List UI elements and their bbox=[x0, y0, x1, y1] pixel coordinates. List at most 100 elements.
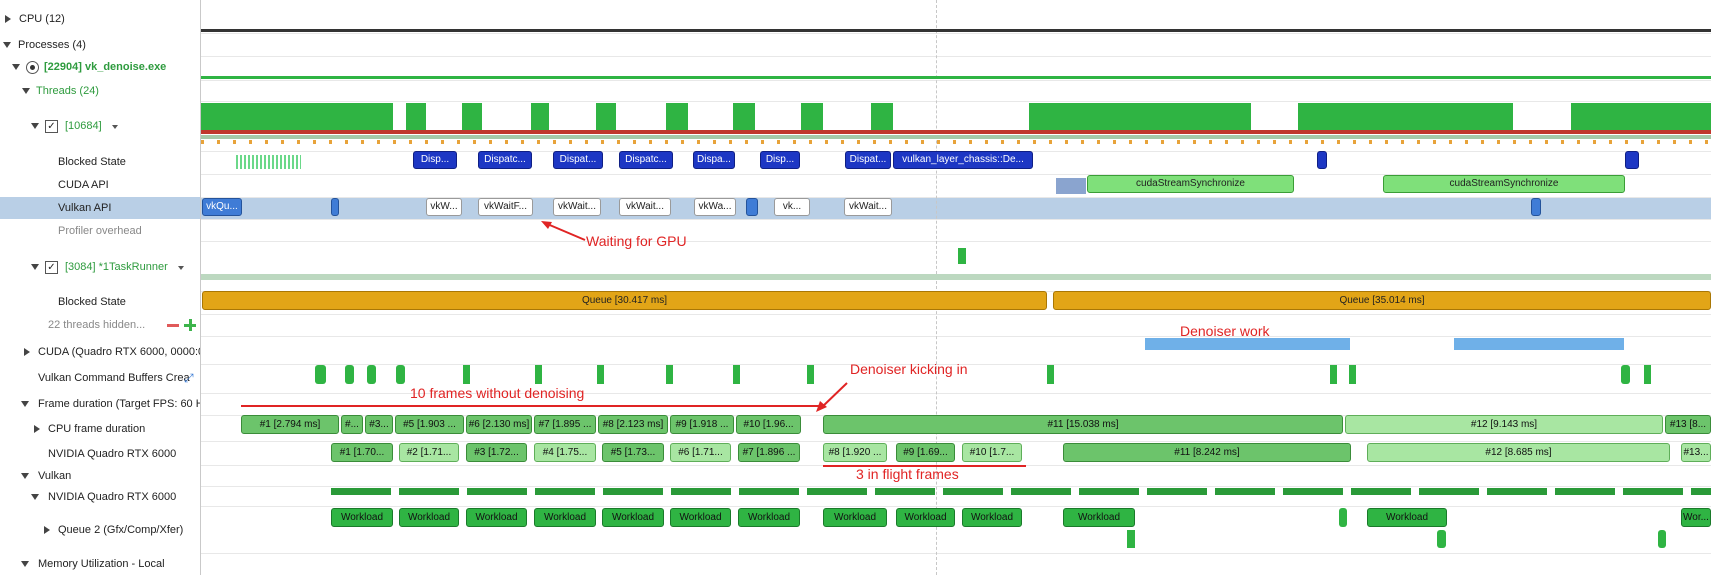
gpu-frame-block[interactable]: #7 [1.896 ... bbox=[738, 443, 800, 462]
process-radio-icon[interactable] bbox=[26, 61, 39, 74]
dispatch-block[interactable] bbox=[1625, 151, 1639, 169]
expand-arrow-icon[interactable] bbox=[24, 348, 30, 356]
gpu-frame-block[interactable]: #4 [1.75... bbox=[534, 443, 596, 462]
cpu-frame-block[interactable]: #7 [1.895 ... bbox=[534, 415, 596, 434]
collapse-arrow-icon[interactable] bbox=[31, 123, 39, 129]
vk-wait-block[interactable]: vkWait... bbox=[619, 198, 671, 216]
cmd-buffer-marker[interactable] bbox=[666, 365, 673, 384]
collapse-arrow-icon[interactable] bbox=[3, 42, 11, 48]
tree-row-threads-hidden[interactable]: 22 threads hidden... bbox=[0, 314, 200, 336]
gpu-frame-block[interactable]: #6 [1.71... bbox=[670, 443, 731, 462]
cmd-buffer-marker[interactable] bbox=[535, 365, 542, 384]
gpu-frame-block[interactable]: #11 [8.242 ms] bbox=[1063, 443, 1351, 462]
cpu-frame-block[interactable]: #12 [9.143 ms] bbox=[1345, 415, 1663, 434]
vk-wait-block[interactable]: vkWait... bbox=[844, 198, 892, 216]
workload-block[interactable]: Wor... bbox=[1681, 508, 1711, 527]
cpu-frame-block[interactable]: #1 [2.794 ms] bbox=[241, 415, 339, 434]
tree-row-thread-task[interactable]: ✓ [3084] *1TaskRunner bbox=[0, 256, 200, 278]
tree-row-process[interactable]: [22904] vk_denoise.exe bbox=[0, 56, 200, 78]
queue-block[interactable]: Queue [30.417 ms] bbox=[202, 291, 1047, 310]
gpu-frame-block[interactable]: #13... bbox=[1681, 443, 1711, 462]
workload-block[interactable]: Workload bbox=[331, 508, 393, 527]
thread-checkbox[interactable]: ✓ bbox=[45, 261, 58, 274]
dispatch-block[interactable]: vulkan_layer_chassis::De... bbox=[893, 151, 1033, 169]
tree-row-profiler-overhead[interactable]: Profiler overhead bbox=[0, 220, 200, 242]
cpu-frame-block[interactable]: #13 [8... bbox=[1665, 415, 1711, 434]
workload-block[interactable]: Workload bbox=[670, 508, 731, 527]
cpu-frame-block[interactable]: #9 [1.918 ... bbox=[670, 415, 734, 434]
expand-arrow-icon[interactable] bbox=[34, 425, 40, 433]
workload-block[interactable]: Workload bbox=[823, 508, 887, 527]
cmd-buffer-marker[interactable] bbox=[733, 365, 740, 384]
tree-row-memory[interactable]: Memory Utilization - Local bbox=[0, 553, 200, 575]
cpu-frame-block[interactable]: #... bbox=[341, 415, 363, 434]
queue-block[interactable]: Queue [35.014 ms] bbox=[1053, 291, 1711, 310]
cmd-buffer-marker[interactable] bbox=[1621, 365, 1630, 384]
cuda-stream-sync-block[interactable]: cudaStreamSynchronize bbox=[1087, 175, 1294, 193]
vk-wait-block[interactable]: vkWaitF... bbox=[478, 198, 533, 216]
dispatch-block[interactable]: Dispat... bbox=[845, 151, 891, 169]
gpu-frame-block[interactable]: #5 [1.73... bbox=[602, 443, 664, 462]
dispatch-block[interactable]: Dispat... bbox=[553, 151, 603, 169]
thread-checkbox[interactable]: ✓ bbox=[45, 120, 58, 133]
tree-row-thread-main[interactable]: ✓ [10684] bbox=[0, 115, 200, 137]
collapse-arrow-icon[interactable] bbox=[21, 473, 29, 479]
tree-row-gpu-frame[interactable]: NVIDIA Quadro RTX 6000 bbox=[0, 443, 200, 465]
tree-row-threads[interactable]: Threads (24) bbox=[0, 80, 200, 102]
collapse-arrow-icon[interactable] bbox=[21, 401, 29, 407]
vk-wait-block[interactable]: vkWait... bbox=[553, 198, 601, 216]
dispatch-block[interactable]: Disp... bbox=[413, 151, 457, 169]
dispatch-block[interactable]: Dispa... bbox=[693, 151, 735, 169]
cmd-buffer-marker[interactable] bbox=[396, 365, 405, 384]
gpu-frame-block[interactable]: #8 [1.920 ... bbox=[823, 443, 887, 462]
workload-block[interactable]: Workload bbox=[1063, 508, 1135, 527]
tree-row-vk-cmd-buffers[interactable]: Vulkan Command Buffers Crea ⤢ bbox=[0, 367, 200, 389]
cpu-frame-block[interactable]: #10 [1.96... bbox=[736, 415, 801, 434]
workload-block[interactable]: Workload bbox=[399, 508, 459, 527]
workload-block[interactable]: Workload bbox=[466, 508, 527, 527]
cpu-frame-block[interactable]: #3... bbox=[365, 415, 393, 434]
gpu-frame-block[interactable]: #10 [1.7... bbox=[962, 443, 1022, 462]
collapse-arrow-icon[interactable] bbox=[31, 494, 39, 500]
tree-row-blocked-state[interactable]: Blocked State bbox=[0, 151, 200, 173]
vk-call-block[interactable] bbox=[1531, 198, 1541, 216]
cpu-frame-block[interactable]: #11 [15.038 ms] bbox=[823, 415, 1343, 434]
tree-row-cpu-frame[interactable]: CPU frame duration bbox=[0, 418, 200, 440]
tree-row-blocked-state-2[interactable]: Blocked State bbox=[0, 291, 200, 313]
workload-block[interactable]: Workload bbox=[1367, 508, 1447, 527]
workload-block[interactable]: Workload bbox=[602, 508, 664, 527]
tree-row-frame-duration[interactable]: Frame duration (Target FPS: 60 H bbox=[0, 393, 200, 415]
cmd-buffer-marker[interactable] bbox=[1644, 365, 1651, 384]
cmd-buffer-marker[interactable] bbox=[345, 365, 354, 384]
cmd-buffer-marker[interactable] bbox=[367, 365, 376, 384]
vk-queue-block[interactable]: vkQu... bbox=[202, 198, 242, 216]
tree-row-cpu[interactable]: CPU (12) bbox=[0, 8, 200, 30]
cmd-buffer-marker[interactable] bbox=[1349, 365, 1356, 384]
cpu-frame-block[interactable]: #5 [1.903 ... bbox=[395, 415, 464, 434]
vk-call-block[interactable] bbox=[746, 198, 758, 216]
collapse-arrow-icon[interactable] bbox=[31, 264, 39, 270]
dispatch-block[interactable]: Dispatc... bbox=[619, 151, 673, 169]
minus-icon[interactable] bbox=[167, 324, 179, 327]
expand-arrow-icon[interactable] bbox=[44, 526, 50, 534]
collapse-arrow-icon[interactable] bbox=[12, 64, 20, 70]
expand-arrow-icon[interactable] bbox=[5, 15, 11, 23]
cpu-frame-block[interactable]: #6 [2.130 ms] bbox=[466, 415, 532, 434]
cmd-buffer-marker[interactable] bbox=[1047, 365, 1054, 384]
timeline-panel[interactable]: Disp... Dispatc... Dispat... Dispatc... … bbox=[201, 0, 1711, 575]
collapse-arrow-icon[interactable] bbox=[22, 88, 30, 94]
vk-call-block[interactable] bbox=[331, 198, 339, 216]
collapse-arrow-icon[interactable] bbox=[21, 561, 29, 567]
workload-block[interactable]: Workload bbox=[534, 508, 596, 527]
cmd-buffer-marker[interactable] bbox=[315, 365, 326, 384]
tree-row-vulkan-api[interactable]: Vulkan API bbox=[0, 197, 200, 219]
tree-row-vulkan-gpu[interactable]: NVIDIA Quadro RTX 6000 bbox=[0, 486, 200, 508]
gpu-frame-block[interactable]: #12 [8.685 ms] bbox=[1367, 443, 1670, 462]
workload-block[interactable]: Workload bbox=[896, 508, 955, 527]
vk-wait-block[interactable]: vkWa... bbox=[694, 198, 736, 216]
tree-row-vulkan[interactable]: Vulkan bbox=[0, 465, 200, 487]
dispatch-block[interactable] bbox=[1317, 151, 1327, 169]
gpu-frame-block[interactable]: #1 [1.70... bbox=[331, 443, 393, 462]
thread-dropdown-icon[interactable] bbox=[112, 125, 118, 129]
gpu-frame-block[interactable]: #9 [1.69... bbox=[896, 443, 955, 462]
